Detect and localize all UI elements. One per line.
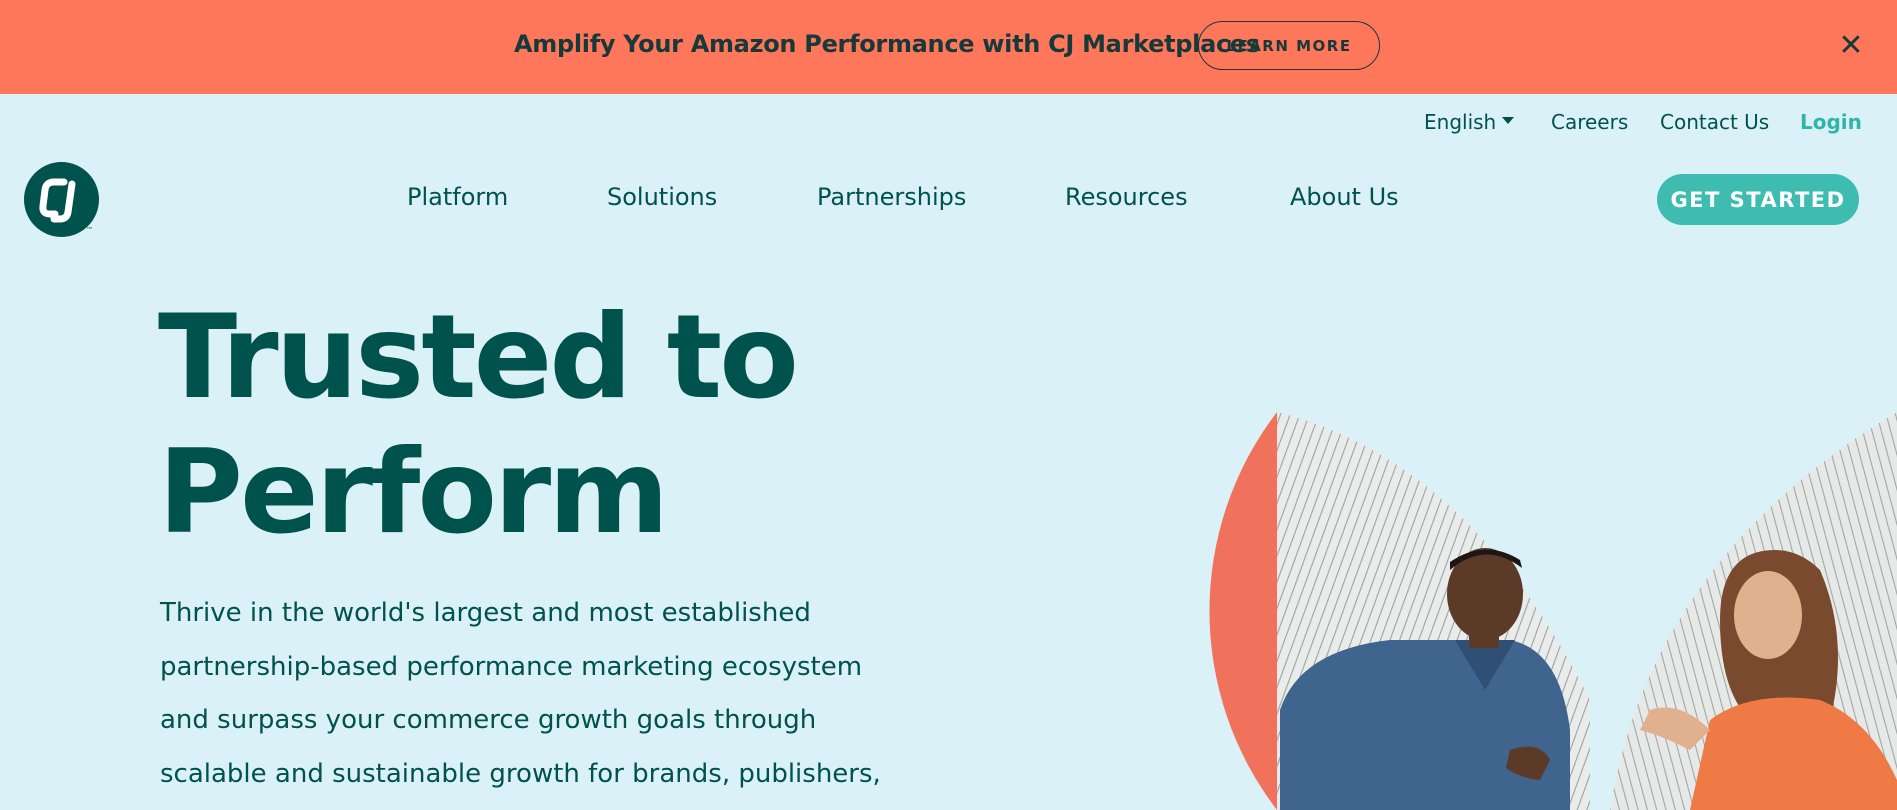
hero-description-line: scalable and sustainable growth for bran… bbox=[160, 758, 881, 789]
hero-title: Trusted to Perform bbox=[158, 290, 799, 560]
nav-partnerships[interactable]: Partnerships bbox=[817, 183, 966, 211]
nav-solutions[interactable]: Solutions bbox=[607, 183, 717, 211]
get-started-button[interactable]: GET STARTED bbox=[1657, 174, 1859, 225]
language-label: English bbox=[1424, 110, 1497, 134]
nav-platform[interactable]: Platform bbox=[407, 183, 508, 211]
hero-title-line: Perform bbox=[158, 425, 669, 560]
trademark-mark: ™ bbox=[86, 226, 93, 234]
hero-title-line: Trusted to bbox=[158, 290, 799, 425]
hero-description-line: and surpass your commerce growth goals t… bbox=[160, 705, 817, 735]
hero-description: Thrive in the world's largest and most e… bbox=[160, 587, 881, 801]
hero-illustration bbox=[1209, 412, 1897, 810]
coral-half-circle bbox=[1209, 412, 1277, 810]
hero-description-line: partnership-based performance marketing … bbox=[160, 651, 863, 682]
promo-banner: Amplify Your Amazon Performance with CJ … bbox=[0, 0, 1897, 94]
learn-more-button[interactable]: LEARN MORE bbox=[1198, 21, 1380, 70]
nav-about-us[interactable]: About Us bbox=[1290, 183, 1399, 211]
caret-down-icon bbox=[1502, 117, 1515, 124]
promo-text: Amplify Your Amazon Performance with CJ … bbox=[514, 30, 1260, 58]
contact-us-link[interactable]: Contact Us bbox=[1660, 110, 1769, 134]
hero-image bbox=[950, 400, 1897, 810]
nav-resources[interactable]: Resources bbox=[1065, 183, 1188, 211]
careers-link[interactable]: Careers bbox=[1551, 110, 1628, 134]
hero-description-line: Thrive in the world's largest and most e… bbox=[160, 598, 811, 628]
login-link[interactable]: Login bbox=[1800, 110, 1862, 134]
close-icon[interactable]: ✕ bbox=[1837, 29, 1865, 63]
language-selector[interactable]: English bbox=[1424, 110, 1515, 134]
